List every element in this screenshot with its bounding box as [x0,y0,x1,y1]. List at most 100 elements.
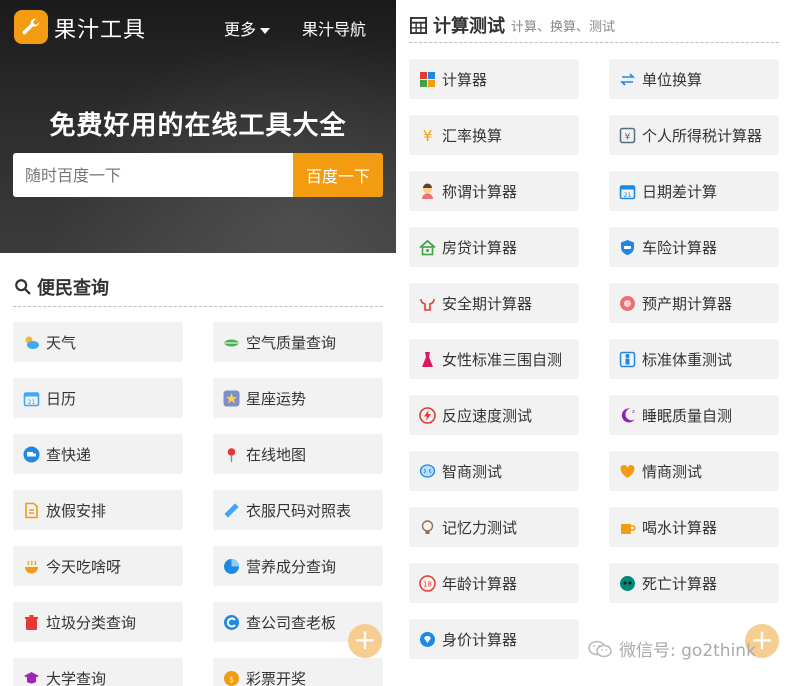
house-icon [419,239,436,256]
section-subtitle: 计算、换算、测试 [511,19,616,35]
tool-item[interactable]: 21 日期差计算 [609,171,779,211]
tool-label: 记忆力测试 [442,518,518,537]
tool-item[interactable]: 反应速度测试 [409,395,579,435]
tool-label: 房贷计算器 [442,238,518,257]
tool-item[interactable]: 称谓计算器 [409,171,579,211]
section-divider [409,42,779,43]
tool-item[interactable]: 计算器 [409,59,579,99]
leaf-icon [223,334,240,351]
tool-item[interactable]: 身价计算器 [409,619,579,659]
calculator-grid-icon [409,16,427,34]
tool-item[interactable]: 天气 [13,322,183,362]
tool-label: 女性标准三围自测 [442,350,563,369]
age-icon: 18 [419,574,436,592]
tool-item[interactable]: 18 年龄计算器 [409,563,579,603]
tool-label: 在线地图 [246,445,307,464]
tool-item[interactable]: 死亡计算器 [609,563,779,603]
section-title-text: 便民查询 [37,278,109,299]
tool-label: 日历 [46,389,77,408]
tool-label: 喝水计算器 [642,518,718,537]
section-divider [13,306,383,307]
tool-label: 放假安排 [46,501,107,520]
tool-item[interactable]: 车险计算器 [609,227,779,267]
tool-item[interactable]: 智商测试 [409,451,579,491]
svg-text:18: 18 [423,580,432,588]
tool-label: 睡眠质量自测 [642,406,733,425]
tool-item[interactable]: 预产期计算器 [609,283,779,323]
tool-item[interactable]: 查快递 [13,434,183,474]
right-panel: 计算测试 计算、换算、测试 计算器 单位换算 ¥ 汇率换算 ¥ 个人所得税计算器 称谓计算器… [396,0,792,686]
tool-item[interactable]: z 睡眠质量自测 [609,395,779,435]
brain-icon [419,463,436,480]
caret-down-icon [260,27,271,34]
tool-label: 彩票开奖 [246,669,307,686]
section-title-calc: 计算测试 计算、换算、测试 [409,12,615,38]
car-insurance-icon [619,239,636,256]
tool-label: 预产期计算器 [642,294,733,313]
tool-item[interactable]: 营养成分查询 [213,546,383,586]
more-menu[interactable]: 更多 [224,16,271,40]
tool-item[interactable]: 放假安排 [13,490,183,530]
tool-label: 计算器 [442,70,488,89]
section-title-text: 计算测试 [433,16,505,37]
svg-text:21: 21 [624,192,632,199]
tool-item[interactable]: $ 彩票开奖 [213,658,383,686]
tool-label: 天气 [46,333,77,352]
tool-item[interactable]: 21 日历 [13,378,183,418]
tool-item[interactable]: 情商测试 [609,451,779,491]
tool-item[interactable]: 记忆力测试 [409,507,579,547]
tool-label: 智商测试 [442,462,503,481]
tool-item[interactable]: 单位换算 [609,59,779,99]
tool-label: 空气质量查询 [246,333,337,352]
tool-label: 大学查询 [46,669,107,686]
tool-item[interactable]: 衣服尺码对照表 [213,490,383,530]
search-button[interactable]: 百度一下 [293,153,383,197]
tool-item[interactable]: 星座运势 [213,378,383,418]
brand-name[interactable]: 果汁工具 [54,12,146,44]
nav-link[interactable]: 果汁导航 [302,16,366,40]
more-label: 更多 [224,20,257,39]
tool-item[interactable]: 在线地图 [213,434,383,474]
cup-icon [619,519,636,536]
page-slogan: 免费好用的在线工具大全 [49,111,347,141]
tool-item[interactable]: 安全期计算器 [409,283,579,323]
tool-item[interactable]: 大学查询 [13,658,183,686]
add-fab-button[interactable]: + [348,624,382,658]
tool-item[interactable]: 标准体重测试 [609,339,779,379]
moon-icon: z [619,407,636,424]
star-icon [223,390,240,407]
tool-item[interactable]: 房贷计算器 [409,227,579,267]
tool-item[interactable]: 喝水计算器 [609,507,779,547]
tool-item[interactable]: 垃圾分类查询 [13,602,183,642]
search-icon [13,277,33,297]
tool-label: 查公司查老板 [246,613,337,632]
tool-label: 反应速度测试 [442,406,533,425]
tool-item[interactable]: ¥ 汇率换算 [409,115,579,155]
section-title-convenience: 便民查询 [13,274,109,300]
search-bar: 百度一下 [13,153,383,197]
tool-item[interactable]: 女性标准三围自测 [409,339,579,379]
tool-item[interactable]: 今天吃啥呀 [13,546,183,586]
tool-label: 汇率换算 [442,126,503,145]
tool-label: 衣服尺码对照表 [246,501,352,520]
svg-text:21: 21 [28,399,36,406]
trash-icon [23,614,40,631]
baby-icon [619,295,636,312]
truck-icon [23,446,40,463]
tool-label: 日期差计算 [642,182,718,201]
search-input[interactable] [13,153,293,197]
graduation-icon [23,670,40,686]
tool-label: 年龄计算器 [442,574,518,593]
tool-item[interactable]: ¥ 个人所得税计算器 [609,115,779,155]
lottery-icon: $ [223,670,240,686]
scale-icon [619,351,636,368]
tool-item[interactable]: 空气质量查询 [213,322,383,362]
tool-label: 个人所得税计算器 [642,126,763,145]
tool-label: 今天吃啥呀 [46,557,122,576]
tool-label: 身价计算器 [442,630,518,649]
weather-icon [23,334,40,351]
wrench-logo-icon[interactable] [14,10,48,44]
heart-icon [619,463,636,480]
svg-text:¥: ¥ [625,132,631,142]
tool-label: 星座运势 [246,389,307,408]
